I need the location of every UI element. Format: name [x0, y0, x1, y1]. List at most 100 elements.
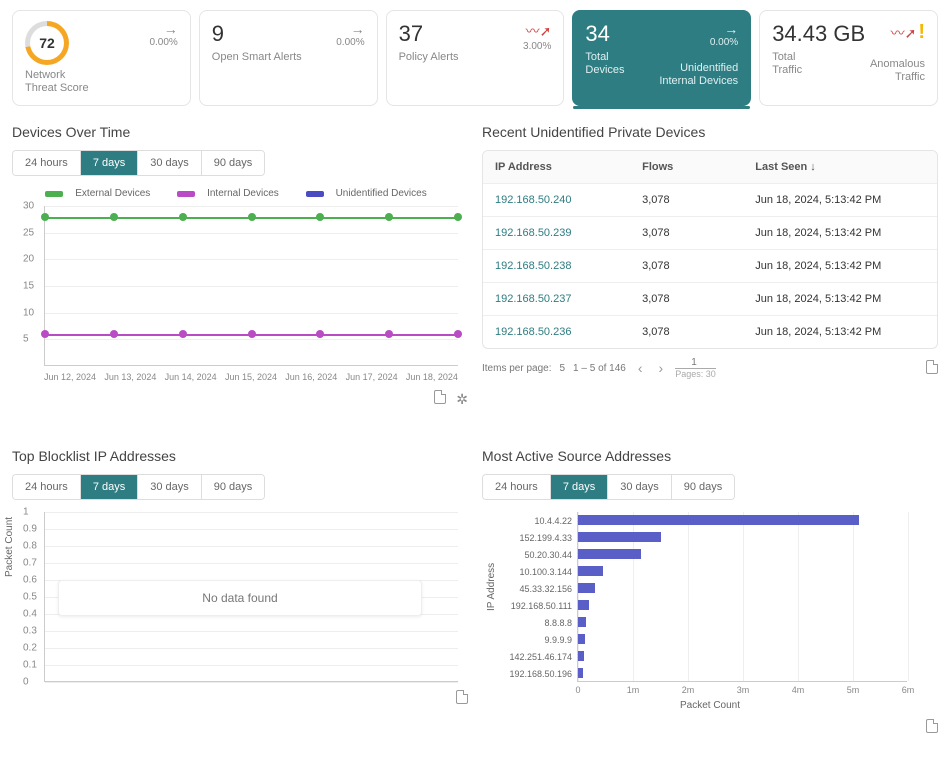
- hbar[interactable]: [578, 600, 589, 610]
- hbar[interactable]: [578, 617, 586, 627]
- col-flows[interactable]: Flows: [642, 161, 755, 173]
- timerange-segmented: 24 hours7 days30 days90 days: [12, 474, 265, 500]
- timerange-30-days[interactable]: 30 days: [138, 151, 202, 175]
- lastseen-cell: Jun 18, 2024, 5:13:42 PM: [755, 293, 925, 305]
- export-icon[interactable]: [926, 360, 938, 377]
- timerange-7-days[interactable]: 7 days: [81, 475, 138, 499]
- hbar[interactable]: [578, 515, 859, 525]
- timerange-90-days[interactable]: 90 days: [202, 151, 265, 175]
- lastseen-cell: Jun 18, 2024, 5:13:42 PM: [755, 326, 925, 338]
- total-traffic-value: 34.43 GB: [772, 21, 865, 47]
- active-card-underline: [573, 106, 750, 109]
- settings-icon[interactable]: ✲: [456, 391, 468, 407]
- table-row: 192.168.50.2363,078Jun 18, 2024, 5:13:42…: [483, 315, 937, 348]
- legend-item: Internal Devices: [207, 188, 279, 199]
- timerange-24-hours[interactable]: 24 hours: [13, 475, 81, 499]
- hbar-label: 50.20.30.44: [524, 550, 578, 560]
- export-icon[interactable]: [926, 720, 938, 736]
- trend-up-icon: 〰➚: [891, 25, 917, 41]
- y-axis-label: Packet Count: [4, 517, 15, 577]
- hbar-label: 9.9.9.9: [544, 635, 578, 645]
- timerange-segmented: 24 hours7 days30 days90 days: [482, 474, 735, 500]
- total-devices-value: 34: [585, 21, 624, 47]
- card-open-alerts[interactable]: 9 Open Smart Alerts →0.00%: [199, 10, 378, 106]
- gauge-icon: 72: [25, 21, 69, 65]
- lastseen-cell: Jun 18, 2024, 5:13:42 PM: [755, 227, 925, 239]
- timerange-90-days[interactable]: 90 days: [202, 475, 265, 499]
- devices-table: IP Address Flows Last Seen ↓ 192.168.50.…: [482, 150, 938, 349]
- ip-link[interactable]: 192.168.50.239: [495, 227, 642, 239]
- flows-cell: 3,078: [642, 194, 755, 206]
- legend-item: Unidentified Devices: [336, 188, 427, 199]
- open-alerts-label: Open Smart Alerts: [212, 51, 302, 64]
- panel-title: Most Active Source Addresses: [482, 448, 938, 464]
- hbar-label: 152.199.4.33: [519, 533, 578, 543]
- legend-swatch-icon: [177, 191, 195, 197]
- timerange-7-days[interactable]: 7 days: [551, 475, 608, 499]
- export-icon[interactable]: [434, 391, 446, 407]
- hbar-label: 8.8.8.8: [544, 618, 578, 628]
- panel-most-active: Most Active Source Addresses 24 hours7 d…: [482, 448, 938, 736]
- trend-flat-icon: →: [336, 21, 364, 37]
- ip-link[interactable]: 192.168.50.238: [495, 260, 642, 272]
- hbar[interactable]: [578, 566, 603, 576]
- pager-next-icon[interactable]: ›: [655, 360, 668, 376]
- total-devices-label: Total Devices: [585, 51, 624, 77]
- total-traffic-sub: Anomalous Traffic: [870, 58, 925, 84]
- dashboard: 72 Network Threat Score →0.00% 9 Open Sm…: [0, 0, 950, 746]
- panel-title: Top Blocklist IP Addresses: [12, 448, 468, 464]
- timerange-segmented: 24 hours7 days30 days90 days: [12, 150, 265, 176]
- flows-cell: 3,078: [642, 227, 755, 239]
- total-devices-sub: Unidentified Internal Devices: [659, 62, 738, 88]
- table-row: 192.168.50.2383,078Jun 18, 2024, 5:13:42…: [483, 249, 937, 282]
- pager-range: 1 – 5 of 146: [573, 363, 626, 374]
- hbar[interactable]: [578, 634, 585, 644]
- open-alerts-pct: 0.00%: [336, 37, 364, 48]
- export-icon[interactable]: [456, 691, 468, 707]
- timerange-24-hours[interactable]: 24 hours: [13, 151, 81, 175]
- timerange-30-days[interactable]: 30 days: [138, 475, 202, 499]
- ip-link[interactable]: 192.168.50.240: [495, 194, 642, 206]
- hbar[interactable]: [578, 651, 584, 661]
- pager-ipp-select[interactable]: 5: [559, 363, 565, 374]
- sort-desc-icon: ↓: [810, 161, 816, 173]
- hbar[interactable]: [578, 532, 661, 542]
- trend-flat-icon: →: [659, 21, 738, 37]
- timerange-30-days[interactable]: 30 days: [608, 475, 672, 499]
- ip-link[interactable]: 192.168.50.237: [495, 293, 642, 305]
- hbar-label: 192.168.50.196: [509, 669, 578, 679]
- policy-alerts-label: Policy Alerts: [399, 51, 459, 64]
- timerange-90-days[interactable]: 90 days: [672, 475, 735, 499]
- hbar-label: 192.168.50.111: [511, 601, 578, 611]
- ip-link[interactable]: 192.168.50.236: [495, 326, 642, 338]
- hbar[interactable]: [578, 583, 595, 593]
- panel-title: Devices Over Time: [12, 124, 468, 140]
- pager-page-input[interactable]: 1: [675, 357, 716, 369]
- hbar[interactable]: [578, 549, 641, 559]
- timerange-7-days[interactable]: 7 days: [81, 151, 138, 175]
- hbar[interactable]: [578, 668, 583, 678]
- flows-cell: 3,078: [642, 326, 755, 338]
- card-threat-score[interactable]: 72 Network Threat Score →0.00%: [12, 10, 191, 106]
- table-row: 192.168.50.2393,078Jun 18, 2024, 5:13:42…: [483, 216, 937, 249]
- pager-prev-icon[interactable]: ‹: [634, 360, 647, 376]
- table-pager: Items per page: 5 1 – 5 of 146 ‹ › 1 Pag…: [482, 357, 938, 379]
- card-total-traffic[interactable]: 34.43 GB Total Traffic 〰➚! Anomalous Tra…: [759, 10, 938, 106]
- panel-title: Recent Unidentified Private Devices: [482, 124, 938, 140]
- col-lastseen[interactable]: Last Seen ↓: [755, 161, 925, 173]
- policy-alerts-value: 37: [399, 21, 459, 47]
- timerange-24-hours[interactable]: 24 hours: [483, 475, 551, 499]
- lastseen-cell: Jun 18, 2024, 5:13:42 PM: [755, 194, 925, 206]
- col-ip[interactable]: IP Address: [495, 161, 642, 173]
- card-total-devices[interactable]: 34 Total Devices →0.00% Unidentified Int…: [572, 10, 751, 106]
- col-lastseen-label: Last Seen: [755, 161, 807, 173]
- trend-flat-icon: →: [149, 21, 177, 37]
- no-data-message: No data found: [58, 580, 423, 616]
- chart-x-labels: Jun 12, 2024Jun 13, 2024Jun 14, 2024Jun …: [44, 372, 458, 382]
- open-alerts-value: 9: [212, 21, 302, 47]
- hbar-label: 142.251.46.174: [509, 652, 578, 662]
- y-axis-label: IP Address: [486, 563, 497, 611]
- hbar-label: 45.33.32.156: [519, 584, 578, 594]
- hbar-label: 10.100.3.144: [519, 567, 578, 577]
- card-policy-alerts[interactable]: 37 Policy Alerts 〰➚3.00%: [386, 10, 565, 106]
